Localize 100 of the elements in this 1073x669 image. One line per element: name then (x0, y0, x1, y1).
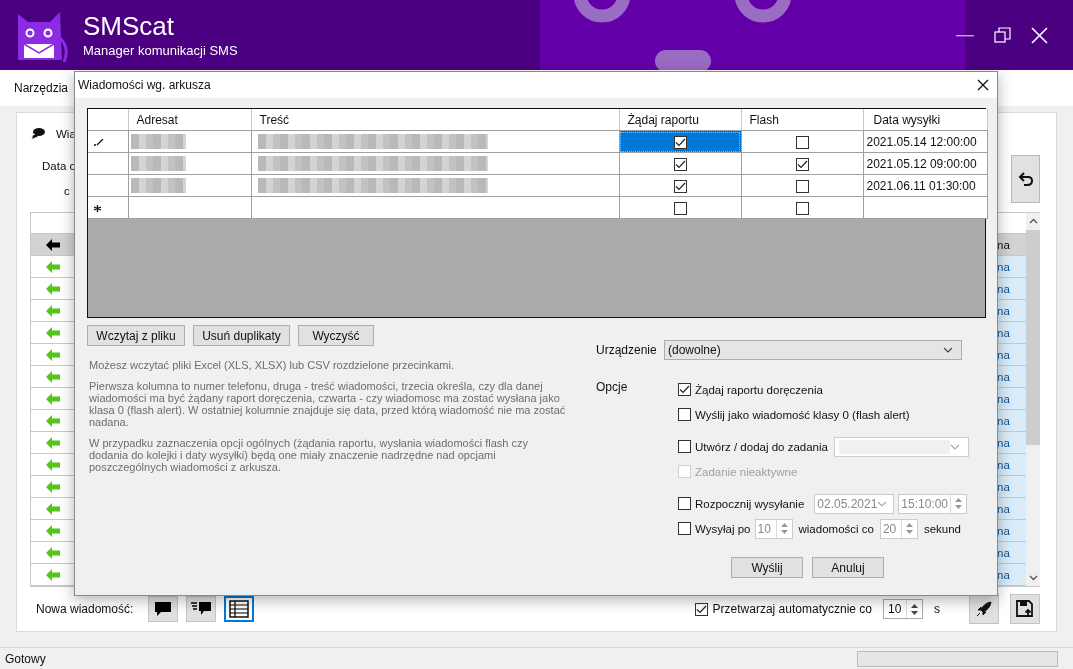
column-header[interactable]: Treść (251, 109, 619, 131)
number-spinner[interactable]: 10 (754, 518, 793, 539)
scroll-thumb[interactable] (1026, 230, 1040, 445)
unit-label: s (934, 602, 940, 616)
blurred-text (130, 156, 186, 171)
chevron-down-icon (950, 443, 960, 450)
undo-button[interactable] (1011, 155, 1040, 203)
spreadsheet-button[interactable] (224, 596, 255, 622)
left-arrow-icon (46, 282, 60, 295)
dialog-title: Wiadomości wg. arkusza (78, 78, 211, 92)
action-button[interactable]: Usuń duplikaty (193, 325, 290, 346)
checkbox[interactable] (795, 201, 809, 215)
help-text: Pierwsza kolumna to numer telefonu, druga - treść wiadomości, trzecia określa, czy dla danej wiadomości ma być żądany raport doręczenia, czwarta - czy wiadomosc ma zostać wysłana jako klasa 0 (flash alert). W ostatniej kolumnie znajduje się data, przed którą wiadomość nie ma zostać nadana. (89, 380, 567, 428)
left-arrow-icon (46, 414, 60, 427)
checkbox[interactable] (678, 497, 691, 510)
left-arrow-icon (46, 348, 60, 361)
close-icon[interactable] (977, 79, 989, 91)
app-subtitle: Manager komunikacji SMS (83, 43, 238, 59)
status-text: Gotowy (5, 651, 46, 666)
checkbox[interactable] (673, 201, 687, 215)
checkbox[interactable] (678, 408, 691, 421)
action-button[interactable]: Anuluj (812, 557, 884, 578)
action-button[interactable]: Wczytaj z pliku (87, 325, 185, 346)
left-arrow-icon (46, 546, 60, 559)
speech-bubble-icon (154, 601, 173, 617)
checkbox-label: Zadanie nieaktywne (695, 465, 798, 478)
save-button[interactable] (1010, 594, 1040, 624)
column-header[interactable]: Adresat (128, 109, 251, 131)
blurred-text (130, 134, 186, 149)
table-icon (229, 600, 250, 618)
scroll-down-icon[interactable] (1028, 575, 1038, 581)
table-cell[interactable] (741, 152, 863, 175)
checkbox[interactable] (795, 179, 809, 193)
chevron-down-icon (877, 500, 888, 507)
number-spinner[interactable]: 10 (883, 599, 923, 619)
menu-item[interactable]: Narzędzia (14, 81, 69, 95)
new-message-label: Nowa wiadomość: (36, 602, 134, 616)
left-arrow-icon (46, 458, 60, 471)
column-header[interactable]: Żądaj raportu (619, 109, 741, 131)
left-arrow-icon (46, 392, 60, 405)
table-cell: 2021.05.14 12:00:00 (866, 134, 977, 149)
checkbox[interactable] (678, 522, 691, 535)
left-arrow-icon (46, 304, 60, 317)
checkbox-label: Utwórz / dodaj do zadania (695, 440, 828, 453)
checkbox[interactable] (673, 157, 687, 171)
rocket-button[interactable] (969, 594, 999, 624)
help-text: Możesz wczytać pliki Excel (XLS, XLSX) lub CSV rozdzielone przecinkami. (89, 359, 455, 371)
date-field[interactable]: 02.05.2021 (814, 493, 895, 514)
checkbox-label: Żądaj raportu doręczenia (695, 383, 823, 396)
speech-bubbles-icon (190, 601, 213, 617)
checkbox-label: Wyślij jako wiadomość klasy 0 (flash alert) (695, 408, 910, 421)
scroll-up-icon[interactable] (1028, 218, 1038, 224)
checkbox[interactable] (678, 440, 691, 453)
left-arrow-icon (46, 524, 60, 537)
checkbox-label: Rozpocznij wysyłanie (695, 497, 805, 510)
device-dropdown[interactable]: (dowolne) (664, 340, 962, 360)
chat-bubbles-icon (30, 127, 46, 141)
action-button[interactable]: Wyślij (731, 557, 803, 578)
checkbox[interactable] (694, 602, 708, 616)
left-arrow-icon (46, 260, 60, 273)
checkbox[interactable] (673, 135, 687, 149)
column-header[interactable]: Data wysyłki (863, 109, 987, 131)
left-arrow-icon (46, 436, 60, 449)
unit-label: sekund (923, 522, 961, 535)
time-field[interactable]: 15:10:00 (898, 493, 968, 514)
checkbox[interactable] (673, 179, 687, 193)
table-cell[interactable] (619, 174, 741, 197)
field-label: Urządzenie (596, 343, 658, 357)
left-arrow-icon (46, 326, 60, 339)
table-cell[interactable] (741, 174, 863, 197)
number-spinner[interactable]: 20 (879, 518, 918, 539)
minimize-icon[interactable] (956, 34, 974, 37)
scrollbar[interactable] (1026, 213, 1040, 586)
asterisk-icon (94, 204, 101, 212)
checkbox[interactable] (795, 135, 809, 149)
table-cell[interactable] (619, 152, 741, 175)
table-cell[interactable] (741, 130, 863, 153)
undo-icon (1017, 171, 1034, 187)
table-cell: 2021.06.11 01:30:00 (866, 178, 976, 193)
table-cell[interactable] (741, 196, 863, 219)
checkbox-label: Wysyłaj po (695, 522, 751, 535)
checkbox[interactable] (678, 383, 691, 396)
message-button[interactable] (148, 596, 179, 622)
left-arrow-icon (46, 480, 60, 493)
left-arrow-icon (46, 370, 60, 383)
help-text: W przypadku zaznaczenia opcji ogólnych (żądania raportu, wysłania wiadomości flash czy dodania do kolejki i daty wysyłki) będą one miały znaczenie nadrzędne nad opcjami poszczególnych wiadomości z arkusza. (89, 437, 529, 473)
action-button[interactable]: Wyczyść (298, 325, 374, 346)
left-arrow-icon (46, 568, 60, 581)
bulk-message-button[interactable] (186, 596, 217, 622)
left-arrow-icon (46, 238, 60, 251)
chevron-down-icon (943, 347, 953, 353)
table-cell: 2021.05.12 09:00:00 (866, 156, 977, 171)
app-title: SMScat (83, 11, 176, 41)
pencil-icon (94, 138, 104, 146)
checkbox[interactable] (795, 157, 809, 171)
table-cell[interactable] (619, 196, 741, 219)
blurred-text (130, 178, 186, 193)
column-header[interactable]: Flash (741, 109, 863, 131)
field-label: c (64, 185, 71, 197)
restore-icon[interactable] (994, 27, 1011, 44)
